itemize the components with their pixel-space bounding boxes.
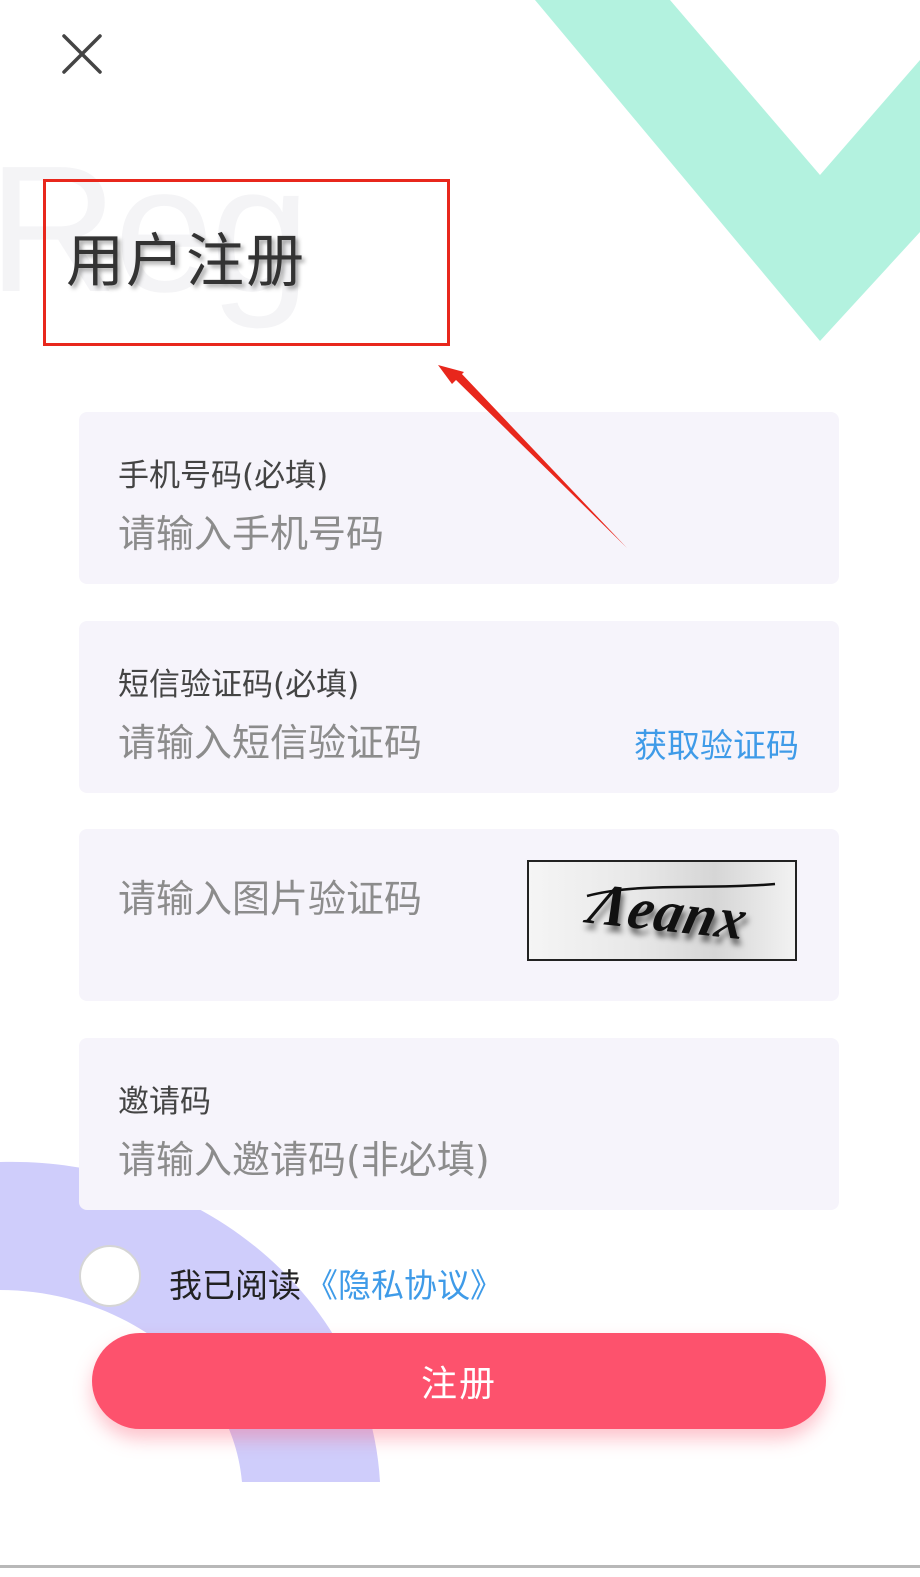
- bottom-divider: [0, 1565, 920, 1568]
- annotation-arrow: [438, 365, 627, 548]
